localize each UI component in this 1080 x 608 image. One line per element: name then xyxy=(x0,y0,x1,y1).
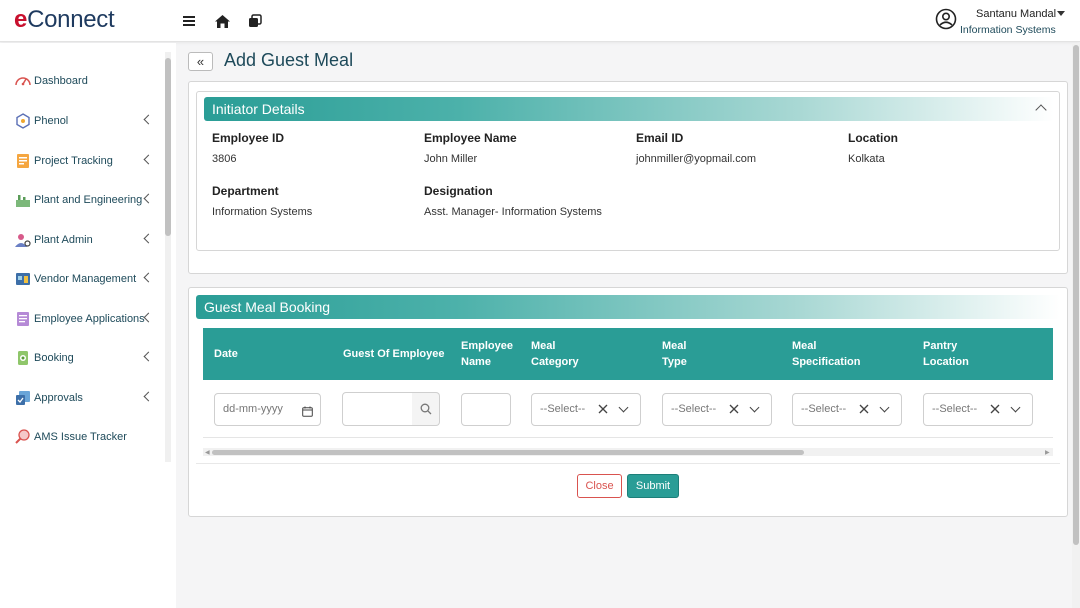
chevron-left-icon xyxy=(143,154,154,165)
booking-section-header: Guest Meal Booking xyxy=(196,295,1060,319)
employee-apps-icon xyxy=(17,312,29,326)
date-placeholder: dd-mm-yyyy xyxy=(223,403,283,415)
approvals-icon xyxy=(16,391,30,405)
user-circle-icon[interactable] xyxy=(935,8,957,30)
chevron-left-icon xyxy=(143,193,154,204)
designation-value: Asst. Manager- Information Systems xyxy=(424,206,602,218)
employee-id-label: Employee ID xyxy=(212,131,285,145)
apps-icon[interactable] xyxy=(246,12,264,30)
chevron-left-icon xyxy=(143,233,154,244)
column-header-date: Date xyxy=(214,348,238,360)
sidebar-item-booking[interactable]: Booking xyxy=(14,347,164,369)
search-icon xyxy=(420,403,431,415)
employee-id-value: 3806 xyxy=(212,153,237,165)
vendor-icon xyxy=(16,273,30,285)
user-dropdown-caret-icon[interactable] xyxy=(1057,11,1065,16)
sidebar-item-dashboard[interactable]: Dashboard xyxy=(14,70,164,92)
sidebar-item-plant-and-engineering[interactable]: Plant and Engineering xyxy=(14,189,164,211)
guest-of-employee-input[interactable] xyxy=(342,392,413,426)
phenol-icon xyxy=(16,113,30,129)
sidebar-item-approvals[interactable]: Approvals xyxy=(14,387,164,409)
sidebar-scrollbar-thumb[interactable] xyxy=(165,58,171,236)
sidebar-item-vendor-management[interactable]: Vendor Management xyxy=(14,268,164,290)
page-scrollbar-thumb[interactable] xyxy=(1073,45,1079,545)
top-header: eConnect Santanu Mandal Information Syst… xyxy=(0,0,1080,42)
clear-icon[interactable] xyxy=(859,404,869,414)
scroll-left-icon[interactable]: ◀ xyxy=(205,449,210,456)
close-button[interactable]: Close xyxy=(577,474,622,498)
location-label: Location xyxy=(848,131,898,145)
table-row-divider xyxy=(203,437,1053,438)
calendar-icon[interactable] xyxy=(302,406,313,417)
meal-specification-placeholder: --Select-- xyxy=(801,403,847,415)
table-hscroll-thumb[interactable] xyxy=(212,450,804,455)
chevron-left-icon xyxy=(143,114,154,125)
submit-button[interactable]: Submit xyxy=(627,474,679,498)
column-header-employee-name: Employee Name xyxy=(461,340,513,368)
sidebar-item-ams-issue-tracker[interactable]: AMS Issue Tracker xyxy=(14,426,164,448)
chevron-left-icon xyxy=(143,272,154,283)
department-label: Department xyxy=(212,184,279,198)
meal-type-placeholder: --Select-- xyxy=(671,403,717,415)
chevron-left-icon xyxy=(143,351,154,362)
clear-icon[interactable] xyxy=(990,404,1000,414)
sidebar-item-plant-admin[interactable]: Plant Admin xyxy=(14,229,164,251)
page-title: Add Guest Meal xyxy=(224,50,354,70)
sidebar-item-project-tracking[interactable]: Project Tracking xyxy=(14,150,164,172)
issue-tracker-icon xyxy=(15,429,30,444)
column-header-guest-of-employee: Guest Of Employee xyxy=(343,348,445,360)
department-value: Information Systems xyxy=(212,206,313,218)
column-header-meal-specification: Meal Specification xyxy=(792,340,861,368)
designation-label: Designation xyxy=(424,184,493,198)
column-header-meal-type: Meal Type xyxy=(662,340,687,368)
employee-name-value: John Miller xyxy=(424,153,478,165)
email-id-value: johnmiller@yopmail.com xyxy=(636,153,756,165)
chevron-left-icon xyxy=(143,391,154,402)
location-value: Kolkata xyxy=(848,153,885,165)
project-icon xyxy=(17,154,29,168)
initiator-section-header[interactable]: Initiator Details xyxy=(204,97,1054,121)
back-button[interactable]: « xyxy=(188,52,213,71)
scroll-right-icon[interactable]: ▶ xyxy=(1045,449,1050,456)
sidebar-item-employee-applications[interactable]: Employee Applications xyxy=(14,308,164,330)
user-name[interactable]: Santanu Mandal xyxy=(976,8,1056,20)
column-header-pantry-location: Pantry Location xyxy=(923,340,969,368)
guest-search-button[interactable] xyxy=(412,392,440,426)
menu-icon[interactable] xyxy=(180,12,198,30)
employee-name-input[interactable] xyxy=(461,393,511,426)
employee-name-label: Employee Name xyxy=(424,131,517,145)
clear-icon[interactable] xyxy=(598,404,608,414)
sidebar-item-phenol[interactable]: Phenol xyxy=(14,110,164,132)
clear-icon[interactable] xyxy=(729,404,739,414)
pantry-location-placeholder: --Select-- xyxy=(932,403,978,415)
home-icon[interactable] xyxy=(213,12,231,30)
form-divider xyxy=(196,463,1060,464)
column-header-meal-category: Meal Category xyxy=(531,340,579,368)
app-logo[interactable]: eConnect xyxy=(14,6,115,34)
user-department: Information Systems xyxy=(960,24,1056,36)
meal-category-placeholder: --Select-- xyxy=(540,403,586,415)
dashboard-icon xyxy=(15,77,31,86)
booking-icon xyxy=(18,351,28,365)
admin-icon xyxy=(15,234,31,247)
chevron-left-icon xyxy=(143,312,154,323)
plant-icon xyxy=(16,195,30,207)
email-id-label: Email ID xyxy=(636,131,684,145)
